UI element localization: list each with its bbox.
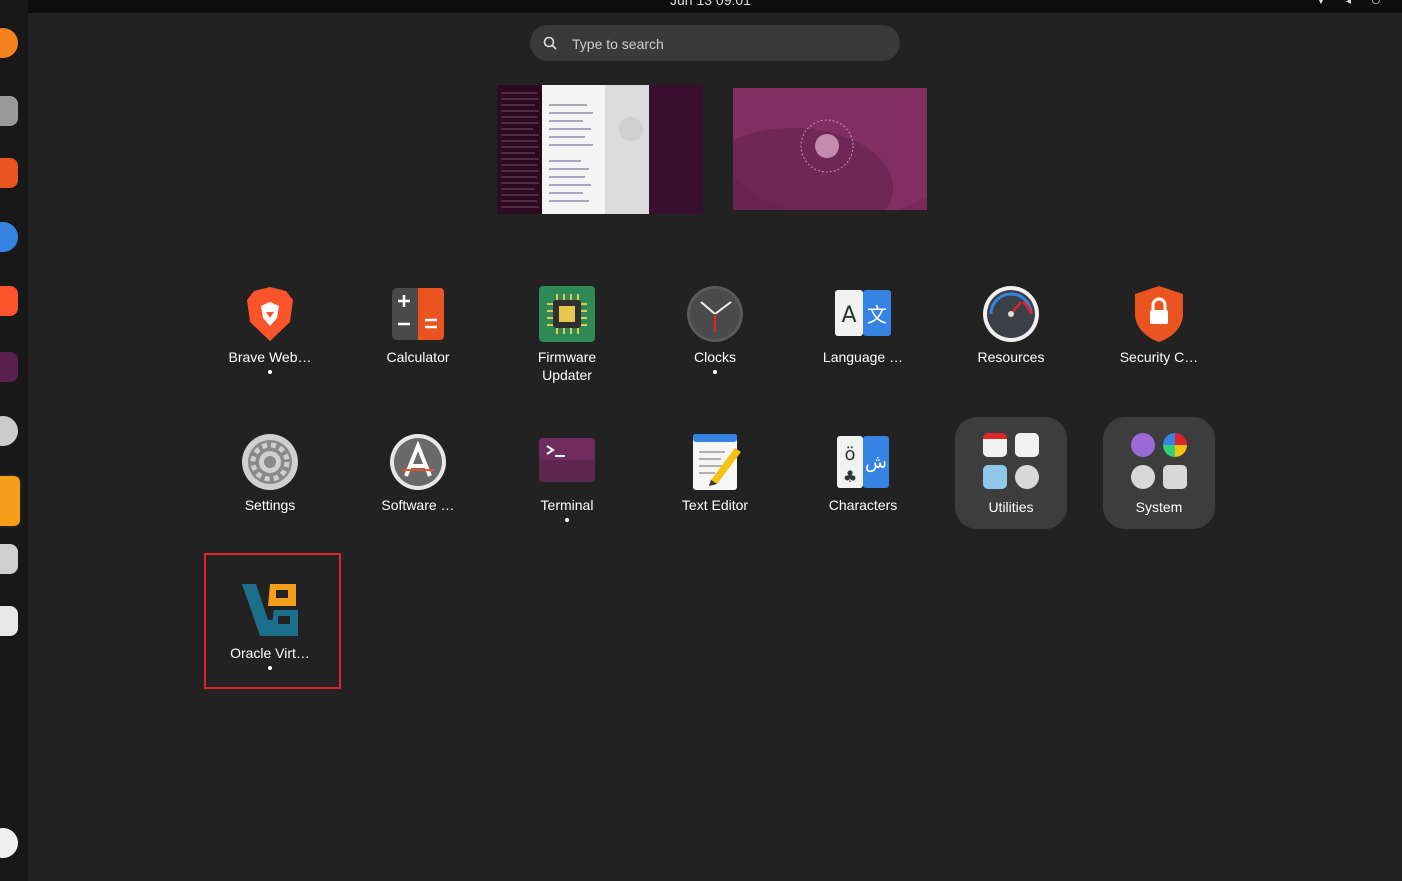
brave-icon[interactable] [0, 286, 18, 316]
text-editor-icon [693, 434, 741, 490]
svg-text:ش: ش [865, 452, 887, 473]
app-security-center[interactable]: Security C… [1089, 284, 1229, 384]
folder-label: Utilities [988, 499, 1034, 515]
app-label: Security C… [1119, 349, 1199, 365]
dock [0, 0, 28, 881]
gauge-icon [983, 286, 1039, 342]
app-label: Software … [381, 497, 455, 513]
app-characters[interactable]: ö ♣ ش Characters [793, 432, 933, 532]
svg-text:文: 文 [867, 303, 887, 327]
svg-text:ö: ö [844, 444, 855, 465]
characters-icon: ö ♣ ش [837, 436, 889, 488]
app-language-support[interactable]: A 文 Language … [793, 284, 933, 384]
app-calculator[interactable]: Calculator [348, 284, 488, 384]
trash-icon[interactable] [0, 606, 18, 636]
app-label: Settings [244, 497, 296, 513]
terminal-icon [539, 438, 595, 482]
app-label: Text Editor [681, 497, 749, 513]
search-input[interactable] [570, 25, 884, 63]
svg-text:A: A [841, 303, 856, 328]
app-label: Firmware Updater [537, 349, 597, 383]
language-icon: A 文 [835, 290, 891, 336]
app-clocks[interactable]: Clocks [645, 284, 785, 384]
virtualbox-icon[interactable] [0, 474, 22, 528]
brave-icon [247, 287, 293, 341]
date-time[interactable]: Jun 13 09:01 [670, 0, 751, 8]
software-icon [390, 434, 446, 490]
app-resources[interactable]: Resources [941, 284, 1081, 384]
svg-text:♣: ♣ [843, 467, 857, 486]
utility-app-icon [983, 433, 1007, 457]
search-bar[interactable] [530, 25, 900, 63]
system-app-icon [1163, 433, 1187, 457]
app-firmware-updater[interactable]: Firmware Updater [497, 284, 637, 394]
search-icon [543, 36, 557, 50]
calculator-icon [392, 288, 444, 340]
running-indicator [713, 370, 717, 374]
running-indicator [268, 370, 272, 374]
app-text-editor[interactable]: Text Editor [645, 432, 785, 532]
app-label: Characters [828, 497, 898, 513]
disks-icon[interactable] [0, 544, 18, 574]
folder-utilities[interactable]: Utilities [955, 417, 1067, 529]
utility-app-icon [1015, 433, 1039, 457]
app-label: Brave Web… [228, 349, 312, 365]
show-apps-icon[interactable] [0, 828, 18, 858]
app-label: Clocks [693, 349, 736, 365]
app-settings[interactable]: Settings [200, 432, 340, 532]
app-label: Terminal [540, 497, 594, 513]
folder-label: System [1135, 499, 1183, 515]
volume-icon[interactable]: ◂ [1346, 0, 1351, 7]
network-icon[interactable]: ▼ [1316, 0, 1326, 7]
app-software-updater[interactable]: Software … [348, 432, 488, 532]
top-bar: Jun 13 09:01 ▼ ◂ ⏻ [0, 0, 1402, 13]
clock-icon [687, 286, 743, 342]
terminal-icon[interactable] [0, 352, 18, 382]
workspace-wallpaper-image [733, 88, 927, 210]
system-app-icon [1131, 433, 1155, 457]
security-shield-icon [1135, 286, 1183, 342]
selection-highlight [204, 553, 341, 689]
files-icon[interactable] [0, 96, 18, 126]
firmware-icon [539, 286, 595, 342]
workspace-thumbnail-2[interactable] [733, 88, 927, 210]
workspace-preview-image [497, 85, 703, 214]
help-icon[interactable] [0, 222, 18, 252]
power-icon[interactable]: ⏻ [1372, 0, 1380, 7]
running-indicator [565, 518, 569, 522]
workspace-thumbnail-1[interactable] [497, 85, 703, 214]
app-label: Calculator [386, 349, 450, 365]
utility-app-icon [1015, 465, 1039, 489]
app-brave[interactable]: Brave Web… [200, 284, 340, 384]
clock-icon[interactable] [0, 416, 18, 446]
app-label: Language … [822, 349, 904, 365]
system-app-icon [1163, 465, 1187, 489]
utility-app-icon [983, 465, 1007, 489]
folder-system[interactable]: System [1103, 417, 1215, 529]
gear-icon [242, 434, 298, 490]
system-app-icon [1131, 465, 1155, 489]
app-center-icon[interactable] [0, 158, 18, 188]
firefox-icon[interactable] [0, 28, 18, 58]
app-label: Resources [977, 349, 1045, 365]
app-terminal[interactable]: Terminal [497, 432, 637, 532]
